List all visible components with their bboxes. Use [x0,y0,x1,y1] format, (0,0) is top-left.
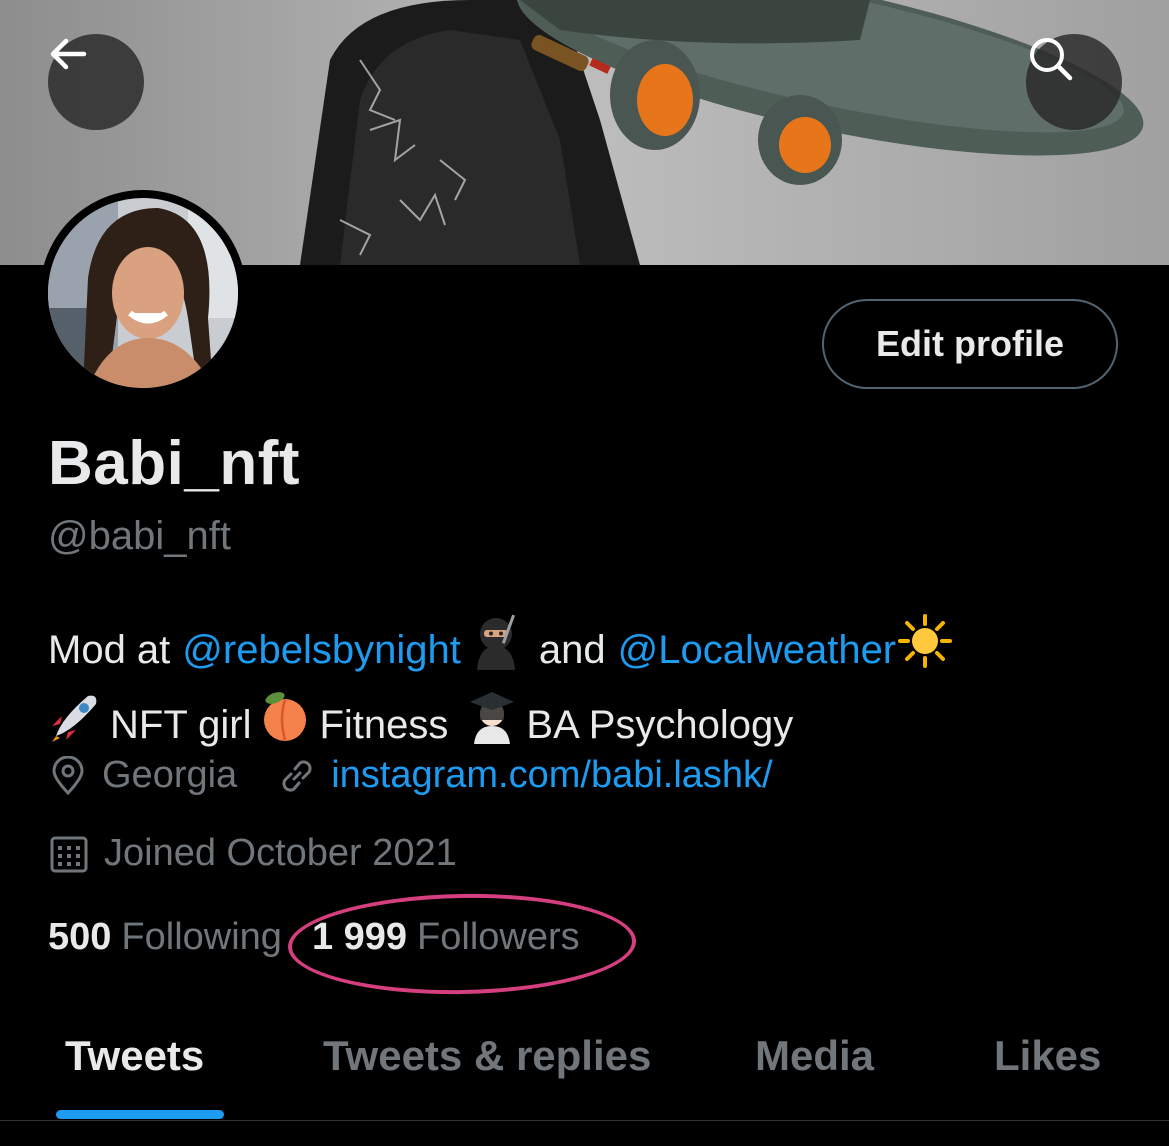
website-link[interactable]: instagram.com/babi.lashk/ [331,754,772,797]
bio-text: Fitness [319,703,449,747]
calendar-icon [48,833,90,875]
bio-text: NFT girl [110,703,252,747]
profile-meta-location: Georgia instagram.com/babi.lashk/ [48,754,773,797]
profile-bio: Mod at @rebelsbynight and @Localweather [48,612,1128,762]
edit-profile-button[interactable]: Edit profile [822,299,1118,389]
bio-text: Mod at [48,628,171,672]
active-tab-indicator [56,1110,224,1119]
location-text: Georgia [102,754,238,796]
mention-link-localweather[interactable]: @Localweather [618,619,897,681]
tab-tweets-and-replies[interactable]: Tweets & replies [323,1032,651,1080]
following-label: Following [121,916,282,958]
location-pin-icon [48,755,88,796]
link-icon [277,756,317,796]
search-button[interactable] [1026,34,1122,130]
avatar-photo [48,198,238,388]
tab-tweets[interactable]: Tweets [65,1032,204,1080]
display-name: Babi_nft [48,429,300,498]
bio-line-1: Mod at @rebelsbynight and @Localweather [48,612,1128,688]
highlight-circle-annotation [287,890,637,998]
back-button[interactable] [48,34,144,130]
bio-text: BA Psychology [526,703,794,747]
username-handle: @babi_nft [48,514,231,558]
tab-likes[interactable]: Likes [994,1032,1101,1080]
bio-line-2: NFT girl Fitness BA Psychology [48,688,1128,762]
profile-page: Edit profile Babi_nft @babi_nft Mod at @… [0,0,1169,1146]
ninja-icon [467,612,525,688]
bio-text: and [538,628,606,672]
tabs-divider [0,1120,1169,1121]
rocket-icon [48,688,104,762]
profile-meta-joined: Joined October 2021 [48,832,457,875]
following-count: 500 [48,916,112,958]
following-link[interactable]: 500 Following [48,916,282,959]
tab-media[interactable]: Media [755,1032,874,1080]
profile-tabs: Tweets Tweets & replies Media Likes [0,1010,1169,1120]
avatar[interactable] [40,190,246,396]
peach-icon [257,688,313,762]
graduate-icon [464,688,520,762]
joined-date-text: Joined October 2021 [104,832,457,874]
mention-link-rebelsbynight[interactable]: @rebelsbynight [182,619,461,681]
sun-icon [898,614,953,686]
